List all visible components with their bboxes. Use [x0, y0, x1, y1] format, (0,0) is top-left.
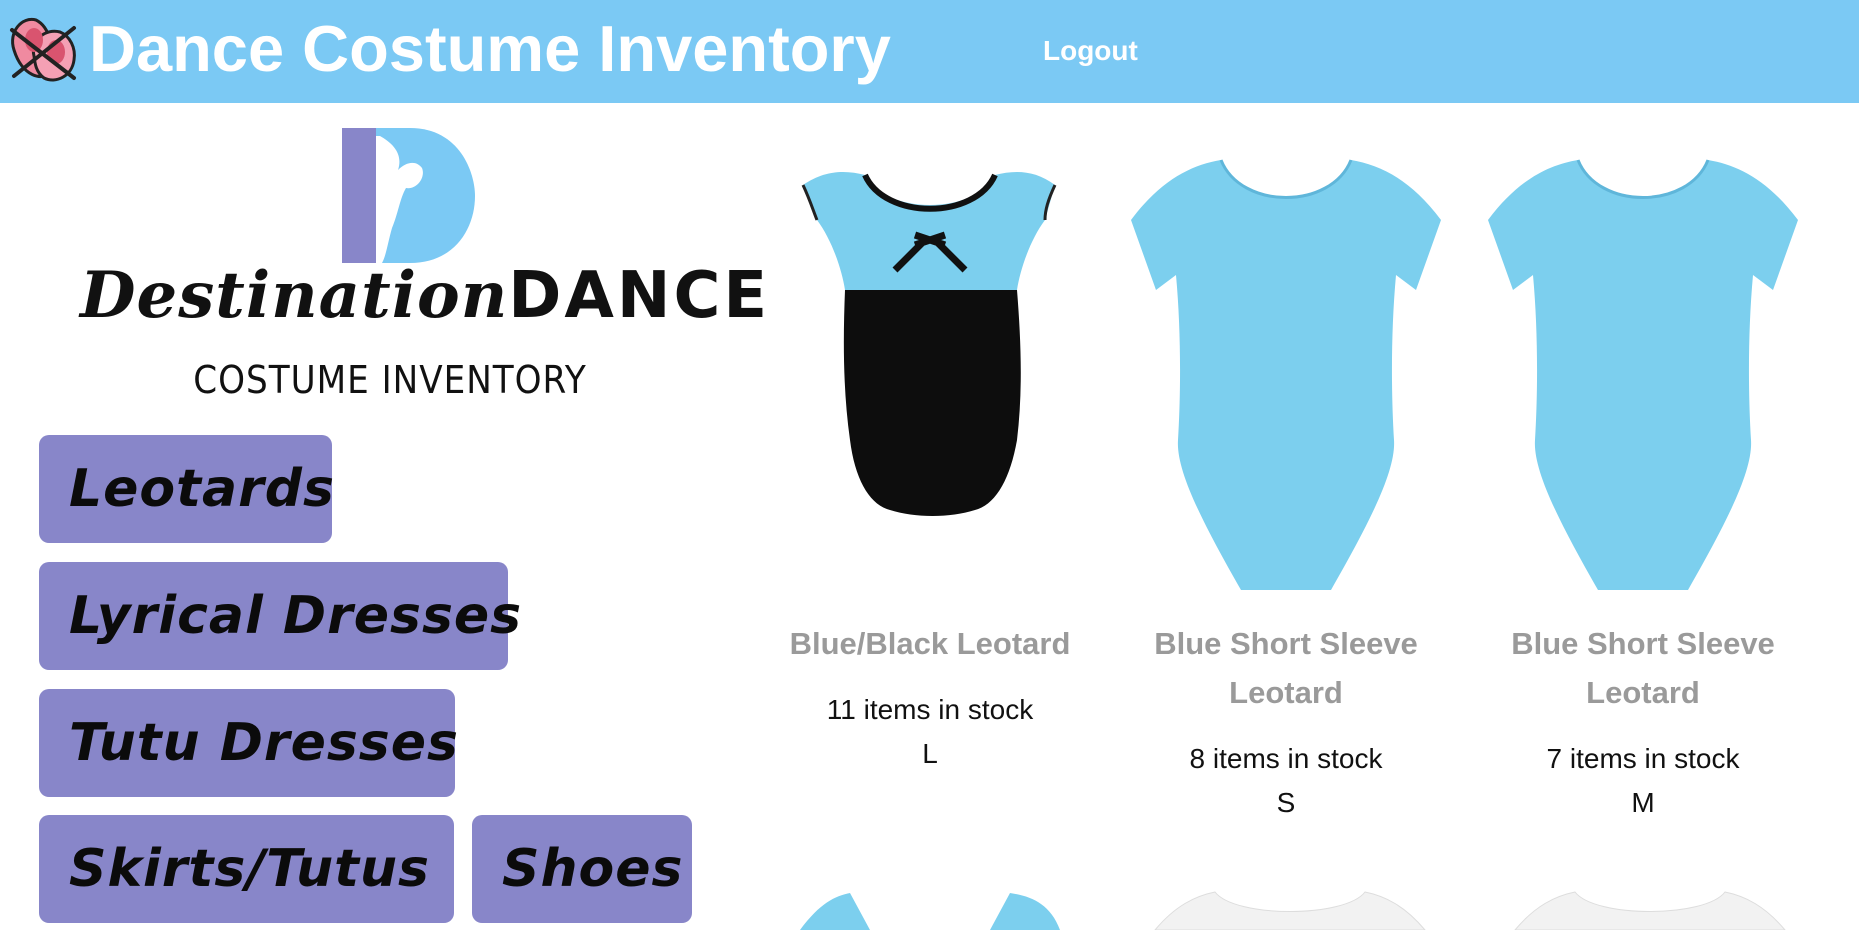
product-card[interactable]: Blue Short Sleeve Leotard 8 items in sto…	[1111, 140, 1461, 825]
logo-subtitle: COSTUME INVENTORY	[193, 358, 587, 402]
category-shoes-button[interactable]: Shoes	[472, 815, 692, 923]
product-stock: 8 items in stock	[1189, 743, 1383, 774]
next-row-white-leotard-image[interactable]	[1510, 888, 1790, 930]
product-size: L	[922, 738, 938, 769]
top-bar: Dance Costume Inventory Logout	[0, 0, 1859, 103]
next-row-white-leotard-image[interactable]	[1150, 888, 1430, 930]
product-size: M	[1631, 787, 1655, 818]
logout-link[interactable]: Logout	[1043, 34, 1138, 68]
logo-wordmark: DestinationDANCE	[80, 258, 767, 333]
product-card[interactable]: Blue/Black Leotard 11 items in stock L	[755, 140, 1105, 776]
next-row-leotard-image[interactable]	[790, 888, 1070, 930]
product-stock: 11 items in stock	[826, 694, 1034, 725]
ballet-shoes-icon	[10, 17, 76, 82]
blue-short-sleeve-leotard-image[interactable]	[1111, 140, 1461, 610]
product-stock: 7 items in stock	[1546, 743, 1740, 774]
logo-wordmark-caps: DANCE	[508, 259, 771, 333]
category-tutu-dresses-button[interactable]: Tutu Dresses	[39, 689, 458, 797]
logo-wordmark-script: Destination	[80, 258, 509, 333]
product-size: S	[1276, 787, 1296, 818]
product-name[interactable]: Blue Short Sleeve Leotard	[1111, 619, 1461, 717]
product-name[interactable]: Blue/Black Leotard	[755, 619, 1105, 668]
destination-dance-logo: DestinationDANCE COSTUME INVENTORY	[80, 118, 767, 418]
product-name[interactable]: Blue Short Sleeve Leotard	[1468, 619, 1818, 717]
blue-short-sleeve-leotard-image[interactable]	[1468, 140, 1818, 610]
category-lyrical-dresses-button[interactable]: Lyrical Dresses	[39, 562, 521, 670]
app-title: Dance Costume Inventory	[89, 12, 891, 85]
category-leotards-button[interactable]: Leotards	[39, 435, 334, 543]
category-skirts-tutus-button[interactable]: Skirts/Tutus	[39, 815, 454, 923]
dancer-d-icon	[342, 128, 475, 263]
product-card[interactable]: Blue Short Sleeve Leotard 7 items in sto…	[1468, 140, 1818, 825]
blue-black-leotard-image[interactable]	[755, 140, 1105, 610]
